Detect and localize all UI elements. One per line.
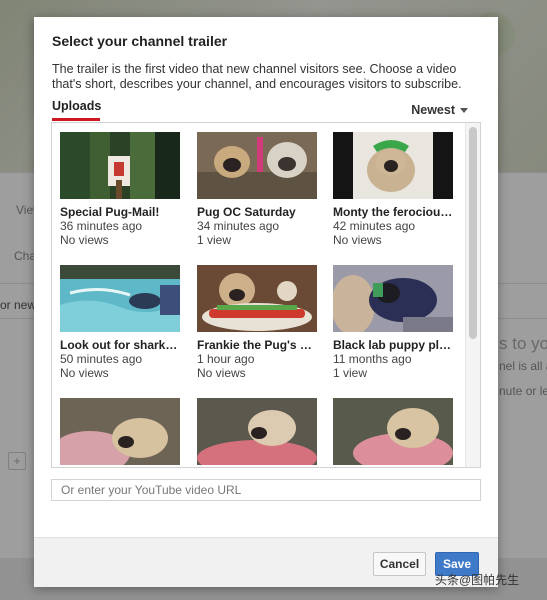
video-views: No views <box>197 366 246 380</box>
sort-dropdown[interactable]: Newest <box>411 103 468 117</box>
video-thumbnail <box>333 265 453 332</box>
scrollbar-thumb[interactable] <box>469 127 477 339</box>
video-url-input[interactable] <box>51 479 481 501</box>
video-card[interactable] <box>333 398 453 467</box>
video-thumbnail <box>333 132 453 199</box>
video-card[interactable] <box>197 398 317 467</box>
dialog-footer: Cancel Save <box>34 537 498 587</box>
dialog-description: The trailer is the first video that new … <box>52 62 462 91</box>
video-title: Look out for shark d... <box>60 338 180 352</box>
sort-label: Newest <box>411 103 455 117</box>
video-thumbnail <box>60 265 180 332</box>
video-views: 1 view <box>333 366 368 380</box>
dialog-title: Select your channel trailer <box>52 33 228 49</box>
video-thumbnail <box>333 398 453 465</box>
video-views: No views <box>60 233 109 247</box>
video-title: Frankie the Pug's Birt... <box>197 338 317 352</box>
video-views: No views <box>60 366 109 380</box>
cancel-button[interactable]: Cancel <box>373 552 426 576</box>
video-thumbnail <box>197 398 317 465</box>
watermark-text: 头条@图帕先生 <box>435 573 520 587</box>
video-thumbnail <box>60 398 180 465</box>
video-thumbnail <box>197 265 317 332</box>
video-card[interactable] <box>60 398 180 467</box>
caret-down-icon <box>460 107 468 113</box>
video-thumbnail <box>197 132 317 199</box>
video-card[interactable]: Pug OC Saturday 34 minutes ago 1 view <box>197 132 317 247</box>
tab-uploads[interactable]: Uploads <box>52 99 101 121</box>
video-title: Black lab puppy play ... <box>333 338 453 352</box>
video-title: Monty the ferocious ... <box>333 205 453 219</box>
video-grid: Special Pug-Mail! 36 minutes ago No view… <box>51 122 481 468</box>
video-views: No views <box>333 233 382 247</box>
video-card[interactable]: Look out for shark d... 50 minutes ago N… <box>60 265 180 380</box>
video-views: 1 view <box>197 233 232 247</box>
grid-scrollbar[interactable] <box>465 123 480 467</box>
video-card[interactable]: Special Pug-Mail! 36 minutes ago No view… <box>60 132 180 247</box>
video-thumbnail <box>60 132 180 199</box>
video-age: 42 minutes ago <box>333 219 416 233</box>
video-title: Special Pug-Mail! <box>60 205 160 219</box>
video-age: 34 minutes ago <box>197 219 280 233</box>
video-age: 50 minutes ago <box>60 352 143 366</box>
video-card[interactable]: Frankie the Pug's Birt... 1 hour ago No … <box>197 265 317 380</box>
channel-trailer-dialog: Select your channel trailer The trailer … <box>34 17 498 587</box>
video-title: Pug OC Saturday <box>197 205 296 219</box>
video-age: 36 minutes ago <box>60 219 143 233</box>
video-card[interactable]: Black lab puppy play ... 11 months ago 1… <box>333 265 453 380</box>
video-card[interactable]: Monty the ferocious ... 42 minutes ago N… <box>333 132 453 247</box>
video-age: 1 hour ago <box>197 352 255 366</box>
video-age: 11 months ago <box>333 352 412 366</box>
watermark: 头条@图帕先生 <box>435 571 519 588</box>
